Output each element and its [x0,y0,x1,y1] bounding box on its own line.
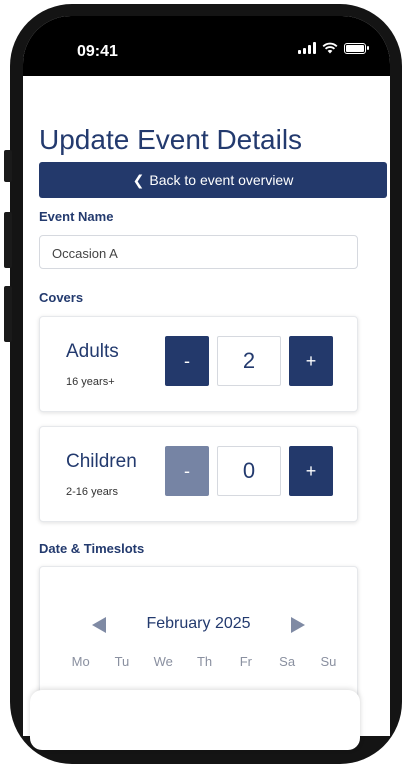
children-subtitle: 2-16 years [66,486,118,498]
volume-up-button [4,212,12,268]
weekday-label: Tu [114,654,130,669]
children-increment-button[interactable]: + [289,446,333,496]
weekday-header-row: Mo Tu We Th Fr Sa Su [60,654,349,669]
wifi-icon [322,42,338,54]
weekday-label: We [153,654,173,669]
calendar-month: February 2025 [146,615,251,632]
bottom-sheet [30,690,360,750]
adults-subtitle: 16 years+ [66,376,115,388]
status-time: 09:41 [77,43,118,60]
adults-stepper-card: Adults 16 years+ - 2 + [39,316,358,412]
weekday-label: Su [320,654,337,669]
weekday-label: Fr [239,654,252,669]
weekday-label: Mo [71,654,90,669]
event-name-label: Event Name [39,209,114,224]
weekday-label: Th [196,654,213,669]
status-icons [298,42,369,54]
chevron-left-icon: ❮ [132,171,145,188]
date-timeslots-label: Date & Timeslots [39,541,145,556]
adults-title: Adults [66,341,119,362]
children-stepper-card: Children 2-16 years - 0 + [39,426,358,522]
next-month-arrow-icon[interactable] [291,617,305,633]
silent-switch [4,150,12,182]
volume-down-button [4,286,12,342]
status-bar: 09:41 [23,16,390,76]
covers-label: Covers [39,290,84,305]
adults-decrement-button[interactable]: - [165,336,209,386]
children-decrement-button[interactable]: - [165,446,209,496]
adults-count-input[interactable]: 2 [217,336,281,386]
calendar-header: February 2025 [40,615,357,635]
weekday-label: Sa [279,654,296,669]
children-title: Children [66,451,137,472]
back-to-overview-button[interactable]: ❮ Back to event overview [39,162,387,198]
event-name-field[interactable]: Occasion A [39,235,358,269]
adults-increment-button[interactable]: + [289,336,333,386]
children-count-input[interactable]: 0 [217,446,281,496]
battery-icon [344,42,369,54]
page-title: Update Event Details [39,124,303,155]
back-button-label: Back to event overview [149,172,294,188]
signal-icon [298,42,316,54]
screen: 09:41 Update Event Details ❮ Back to eve… [23,16,390,736]
